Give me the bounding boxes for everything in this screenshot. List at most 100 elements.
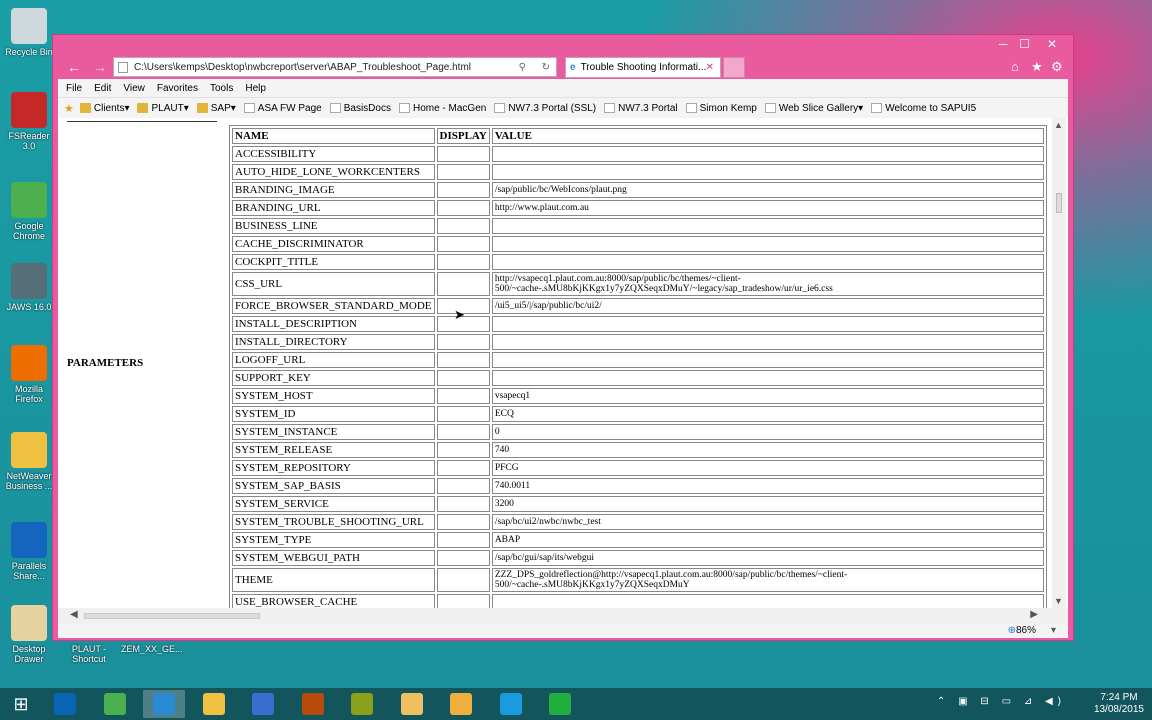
favorite-basisdocs[interactable]: BasisDocs xyxy=(329,103,391,114)
favorite-nw7-3-portal[interactable]: NW7.3 Portal xyxy=(604,103,678,114)
scroll-down-arrow[interactable]: ▼ xyxy=(1054,596,1063,606)
desktop-icon-mozilla-firefox[interactable]: Mozilla Firefox xyxy=(1,345,57,404)
param-name: BRANDING_IMAGE xyxy=(232,182,435,198)
param-name: LOGOFF_URL xyxy=(232,352,435,368)
param-value: ZZZ_DPS_goldreflection@http://vsapecq1.p… xyxy=(491,568,1044,592)
param-name: SYSTEM_RELEASE xyxy=(232,442,435,458)
favorite-home-macgen[interactable]: Home - MacGen xyxy=(398,103,486,114)
page-icon xyxy=(685,103,697,113)
minimize-button[interactable]: ─ xyxy=(999,37,1008,51)
table-row: INSTALL_DESCRIPTION xyxy=(232,316,1044,332)
forward-button[interactable]: → xyxy=(89,56,111,78)
taskbar-green-app[interactable] xyxy=(539,690,581,718)
menu-help[interactable]: Help xyxy=(245,83,266,94)
menu-edit[interactable]: Edit xyxy=(94,83,111,94)
taskbar-chrome[interactable] xyxy=(94,690,136,718)
zoom-dropdown-icon[interactable]: ▾ xyxy=(1051,625,1056,636)
desktop-icon-desktop-drawer[interactable]: Desktop Drawer xyxy=(1,605,57,664)
desktop-icon-google-chrome[interactable]: Google Chrome xyxy=(1,182,57,241)
vertical-scroll-thumb[interactable] xyxy=(1056,193,1062,213)
taskbar-skype[interactable] xyxy=(490,690,532,718)
desktop-icon-netweaver-business[interactable]: NetWeaver Business ... xyxy=(1,432,57,491)
close-window-button[interactable]: ✕ xyxy=(1047,37,1057,51)
scroll-right-arrow[interactable]: ▶ xyxy=(1030,609,1038,620)
add-favorite-icon[interactable]: ★ xyxy=(64,102,74,115)
taskbar-netweaver[interactable] xyxy=(391,690,433,718)
favorite-asa-fw-page[interactable]: ASA FW Page xyxy=(243,103,322,114)
desktop-icon-recycle-bin[interactable]: Recycle Bin xyxy=(1,8,57,57)
browser-toolbars: File Edit View Favorites Tools Help ★ Clients… xyxy=(58,79,1068,118)
horizontal-scrollbar[interactable]: ◀ ▶ xyxy=(58,608,1068,624)
param-value: 740.0011 xyxy=(491,478,1044,494)
param-value: ECQ xyxy=(491,406,1044,422)
maximize-button[interactable]: ☐ xyxy=(1019,37,1030,51)
chevron-down-icon[interactable]: ▾ xyxy=(184,103,189,114)
desktop-icon-jaws-16-0[interactable]: JAWS 16.0 xyxy=(1,263,57,312)
desktop-icon-label: Parallels Share... xyxy=(11,561,47,581)
zoom-level[interactable]: 86% xyxy=(1016,625,1036,636)
favorites-star-icon[interactable]: ★ xyxy=(1031,59,1043,75)
param-name: ACCESSIBILITY xyxy=(232,146,435,162)
param-name: SYSTEM_ID xyxy=(232,406,435,422)
back-button[interactable]: ← xyxy=(63,56,85,78)
favorite-plaut[interactable]: PLAUT ▾ xyxy=(137,103,189,114)
page-icon xyxy=(118,61,128,73)
favorite-simon-kemp[interactable]: Simon Kemp xyxy=(685,103,757,114)
clock[interactable]: 7:24 PM 13/08/2015 xyxy=(1094,692,1144,716)
title-bar: ─ ☐ ✕ xyxy=(53,35,1073,57)
favorite-welcome-to-sapui5[interactable]: Welcome to SAPUI5 xyxy=(871,103,976,114)
home-icon[interactable]: ⌂ xyxy=(1011,59,1019,74)
taskbar-outlook[interactable] xyxy=(44,690,86,718)
taskbar-internet-explorer[interactable] xyxy=(143,690,185,718)
table-row: SYSTEM_REPOSITORY PFCG xyxy=(232,460,1044,476)
vertical-scrollbar[interactable]: ▲ ▼ xyxy=(1052,118,1066,608)
outlook-icon xyxy=(54,693,76,715)
taskbar-fireworks[interactable] xyxy=(341,690,383,718)
taskbar-file-explorer[interactable] xyxy=(193,690,235,718)
taskbar-remote-desktop[interactable] xyxy=(242,690,284,718)
param-display xyxy=(436,478,490,494)
app-icon xyxy=(11,92,47,128)
favorite-sap[interactable]: SAP ▾ xyxy=(196,103,236,114)
taskbar-illustrator[interactable] xyxy=(292,690,334,718)
address-bar[interactable]: C:\Users\kemps\Desktop\nwbcreport\server… xyxy=(113,57,557,77)
menu-file[interactable]: File xyxy=(66,83,82,94)
scroll-up-arrow[interactable]: ▲ xyxy=(1054,120,1063,130)
desktop-icon-label: FSReader 3.0 xyxy=(8,131,50,151)
new-tab-button[interactable] xyxy=(723,57,745,78)
menu-favorites[interactable]: Favorites xyxy=(157,83,198,94)
chevron-down-icon[interactable]: ▾ xyxy=(231,103,236,114)
horizontal-scroll-thumb[interactable] xyxy=(84,613,260,619)
favorite-web-slice-gallery[interactable]: Web Slice Gallery ▾ xyxy=(764,103,863,114)
param-display xyxy=(436,424,490,440)
desktop-icon-fsreader-3-0[interactable]: FSReader 3.0 xyxy=(1,92,57,151)
settings-gear-icon[interactable]: ⚙ xyxy=(1051,59,1063,75)
param-display xyxy=(436,182,490,198)
table-row: SUPPORT_KEY xyxy=(232,370,1044,386)
taskbar-folder[interactable] xyxy=(440,690,482,718)
desktop-icon-label: Recycle Bin xyxy=(5,47,53,57)
tab-troubleshooting[interactable]: e Trouble Shooting Informati... ✕ xyxy=(565,57,721,78)
skype-icon xyxy=(499,693,522,715)
menu-view[interactable]: View xyxy=(123,83,145,94)
favorite-clients[interactable]: Clients ▾ xyxy=(79,103,129,114)
start-button[interactable]: ⊞ xyxy=(0,690,42,718)
refresh-icon[interactable]: ↻ xyxy=(542,62,550,73)
desktop-icon-label: Google Chrome xyxy=(12,221,45,241)
search-icon[interactable]: ⚲ xyxy=(519,62,526,73)
tray-icons[interactable]: ⌃ ▣ ⊟ ▭ ⊿ ◀) xyxy=(937,696,1066,708)
mouse-cursor: ➤ xyxy=(454,307,465,322)
parameters-table: NAME DISPLAY VALUE ACCESSIBILITY AUTO_HID… xyxy=(229,125,1047,608)
param-name: SYSTEM_REPOSITORY xyxy=(232,460,435,476)
scroll-left-arrow[interactable]: ◀ xyxy=(70,609,78,620)
close-tab-icon[interactable]: ✕ xyxy=(706,62,714,73)
app-icon xyxy=(11,345,47,381)
page-icon xyxy=(243,103,255,113)
desktop-icon-parallels-share[interactable]: Parallels Share... xyxy=(1,522,57,581)
desktop-icon-label: NetWeaver Business ... xyxy=(5,471,53,491)
table-row: CACHE_DISCRIMINATOR xyxy=(232,236,1044,252)
favorite-nw7-3-portal-ssl[interactable]: NW7.3 Portal (SSL) xyxy=(494,103,596,114)
chevron-down-icon[interactable]: ▾ xyxy=(858,103,863,114)
chevron-down-icon[interactable]: ▾ xyxy=(124,103,129,114)
menu-tools[interactable]: Tools xyxy=(210,83,233,94)
